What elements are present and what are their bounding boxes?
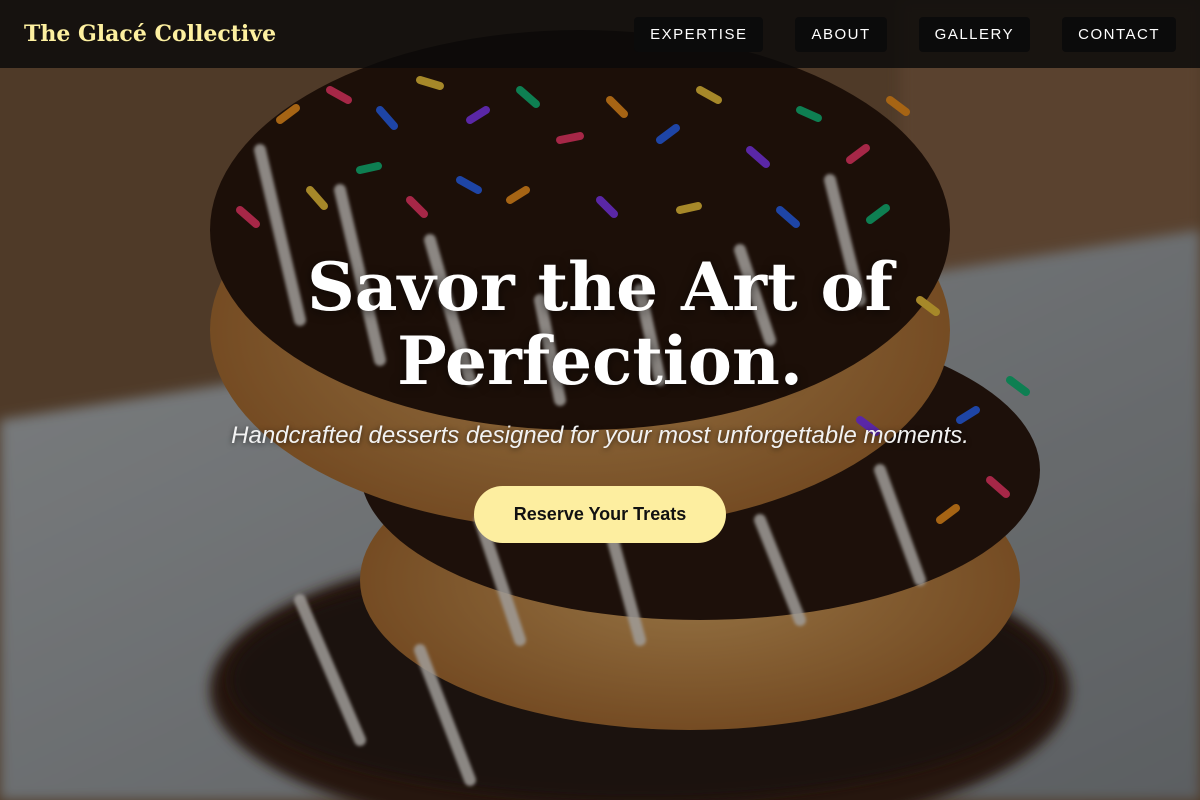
brand-logo-text[interactable]: The Glacé Collective — [24, 21, 276, 47]
hero-subheadline: Handcrafted desserts designed for your m… — [231, 422, 969, 449]
nav-link-contact[interactable]: CONTACT — [1062, 16, 1176, 52]
nav-link-about[interactable]: ABOUT — [795, 16, 887, 52]
top-navbar: The Glacé Collective EXPERTISE ABOUT GAL… — [0, 0, 1200, 68]
nav-link-gallery[interactable]: GALLERY — [918, 16, 1031, 52]
hero-content: Savor the Art of Perfection. Handcrafted… — [0, 250, 1200, 543]
nav-links: EXPERTISE ABOUT GALLERY CONTACT — [634, 16, 1176, 52]
hero-headline: Savor the Art of Perfection. — [307, 248, 893, 400]
nav-link-expertise[interactable]: EXPERTISE — [634, 16, 764, 52]
reserve-treats-button[interactable]: Reserve Your Treats — [473, 486, 727, 543]
hero-section: The Glacé Collective EXPERTISE ABOUT GAL… — [0, 0, 1200, 800]
